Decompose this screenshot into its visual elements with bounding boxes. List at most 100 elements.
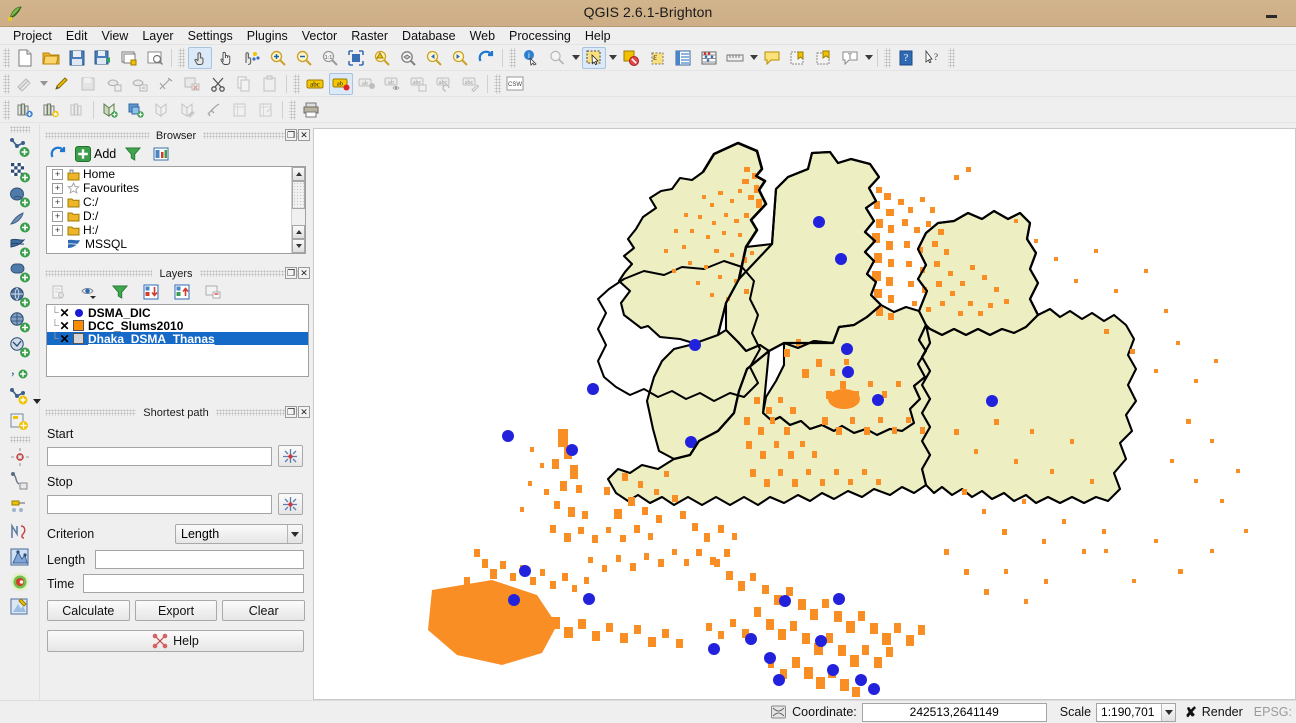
scroll-up-button-2[interactable] xyxy=(292,225,305,239)
add-feature-icon[interactable] xyxy=(102,73,126,95)
topology-checker-icon[interactable] xyxy=(5,494,35,519)
layer-styling-icon[interactable] xyxy=(47,282,69,303)
move-feature-icon[interactable] xyxy=(128,73,152,95)
minimize-button[interactable] xyxy=(1263,6,1280,21)
toolbar-grip[interactable] xyxy=(9,126,30,133)
toolbar-grip[interactable] xyxy=(948,47,955,68)
calculate-button[interactable]: Calculate xyxy=(47,600,130,621)
layers-list[interactable]: └ ✕ DSMA_DIC └ ✕ DCC_Slums2010 └ ✕ Dhaka… xyxy=(46,304,309,377)
toolbar-grip[interactable] xyxy=(178,47,185,68)
chevron-down-icon[interactable] xyxy=(863,47,874,69)
expand-icon[interactable]: + xyxy=(52,210,63,222)
menu-web[interactable]: Web xyxy=(463,28,502,44)
browser-item-c-drive[interactable]: + C:/ xyxy=(47,195,305,209)
identify-features-icon[interactable]: i xyxy=(519,47,543,69)
browser-tree[interactable]: + Home + Favourites + C:/ + D:/ + H:/ MS… xyxy=(46,166,306,254)
scale-select[interactable]: 1:190,701 xyxy=(1096,702,1177,722)
edit-style-icon[interactable] xyxy=(176,99,200,121)
coordinate-field[interactable]: 242513,2641149 xyxy=(861,702,1047,722)
help-button[interactable]: Help xyxy=(47,630,304,652)
chevron-down-icon[interactable] xyxy=(32,399,41,404)
select-features-icon[interactable] xyxy=(582,46,606,69)
add-wcs-layer-icon[interactable] xyxy=(5,309,35,334)
manage-styles-icon[interactable] xyxy=(150,99,174,121)
layers-close-button[interactable]: ✕ xyxy=(298,267,310,279)
open-field-calculator-icon[interactable] xyxy=(697,47,721,69)
toolbar-grip[interactable] xyxy=(289,99,296,120)
add-comma-layer-icon[interactable] xyxy=(5,384,41,409)
cut-features-icon[interactable] xyxy=(206,73,230,95)
show-hide-labels-icon[interactable]: ab xyxy=(381,73,405,95)
map-canvas[interactable] xyxy=(313,128,1296,700)
select-expression-icon[interactable]: ε xyxy=(645,47,669,69)
csw-icon[interactable]: CSW xyxy=(504,73,528,95)
coordinate-capture-icon[interactable] xyxy=(5,444,35,469)
new-shapefile-layer-icon[interactable] xyxy=(39,99,63,121)
add-vector-layer-icon[interactable] xyxy=(5,134,35,159)
start-pick-point-button[interactable] xyxy=(278,445,303,467)
node-tool-icon[interactable] xyxy=(154,73,178,95)
deselect-features-icon[interactable] xyxy=(619,47,643,69)
toolbar-grip[interactable] xyxy=(509,47,516,68)
menu-edit[interactable]: Edit xyxy=(59,28,95,44)
scroll-down-button[interactable] xyxy=(292,239,305,253)
layer-item-dcc-slums2010[interactable]: └ ✕ DCC_Slums2010 xyxy=(47,319,308,333)
add-group-icon[interactable] xyxy=(124,99,148,121)
zoom-next-icon[interactable] xyxy=(448,47,472,69)
pin-labels-icon[interactable]: ab xyxy=(355,73,379,95)
messages-icon[interactable] xyxy=(769,703,787,721)
chevron-down-icon[interactable] xyxy=(38,73,49,95)
help-contents-icon[interactable]: ? xyxy=(894,47,918,69)
table-2-icon[interactable] xyxy=(254,99,278,121)
layer-item-dsma-dic[interactable]: └ ✕ DSMA_DIC xyxy=(47,306,308,320)
menu-database[interactable]: Database xyxy=(395,28,463,44)
annotation-icon[interactable] xyxy=(760,47,784,69)
dxf-export-icon[interactable] xyxy=(5,594,35,619)
toolbar-grip[interactable] xyxy=(494,73,501,94)
add-postgis-layer-icon[interactable] xyxy=(5,184,35,209)
dock-drag-handle[interactable] xyxy=(45,409,137,416)
heatmap-icon[interactable] xyxy=(5,569,35,594)
dock-drag-handle[interactable] xyxy=(45,132,149,139)
browser-item-h-drive[interactable]: + H:/ xyxy=(47,223,305,237)
menu-help[interactable]: Help xyxy=(578,28,618,44)
chevron-down-icon[interactable] xyxy=(1161,703,1176,721)
delete-selected-icon[interactable] xyxy=(180,73,204,95)
zoom-native-icon[interactable]: 1:1 xyxy=(318,47,342,69)
scroll-up-button[interactable] xyxy=(292,167,305,181)
browser-float-button[interactable]: ❐ xyxy=(285,129,297,141)
zoom-selection-icon[interactable] xyxy=(370,47,394,69)
expand-all-icon[interactable] xyxy=(140,282,162,303)
measure-line-icon[interactable] xyxy=(723,47,747,69)
toolbar-grip[interactable] xyxy=(293,73,300,94)
whats-this-icon[interactable]: ? xyxy=(920,47,944,69)
filter-legend-icon[interactable] xyxy=(109,282,131,303)
composer-manager-icon[interactable] xyxy=(143,47,167,69)
save-project-as-icon[interactable] xyxy=(91,47,115,69)
expand-icon[interactable]: + xyxy=(52,224,63,236)
chevron-down-icon[interactable] xyxy=(287,525,302,543)
new-print-composer-icon[interactable] xyxy=(117,47,141,69)
remove-layer-icon[interactable] xyxy=(65,99,89,121)
render-checkbox[interactable]: ✘ xyxy=(1185,704,1197,721)
paste-features-icon[interactable] xyxy=(258,73,282,95)
expand-icon[interactable]: + xyxy=(52,196,63,208)
change-label-icon[interactable]: abc xyxy=(459,73,483,95)
georeferencer-icon[interactable] xyxy=(5,544,35,569)
zoom-layer-icon[interactable] xyxy=(396,47,420,69)
menu-vector[interactable]: Vector xyxy=(295,28,344,44)
toolbar-grip[interactable] xyxy=(9,436,30,443)
new-bookmark-icon[interactable] xyxy=(786,47,810,69)
refresh-browser-icon[interactable] xyxy=(47,144,69,165)
stop-pick-point-button[interactable] xyxy=(278,493,303,515)
copy-features-icon[interactable] xyxy=(232,73,256,95)
browser-item-mssql[interactable]: MSSQL xyxy=(47,237,305,251)
text-annotation-icon[interactable]: T xyxy=(838,47,862,69)
shortest-path-close-button[interactable]: ✕ xyxy=(298,406,310,418)
browser-add-button[interactable]: Add xyxy=(75,146,116,162)
map-tips-icon[interactable] xyxy=(545,47,569,69)
print-icon[interactable] xyxy=(299,99,323,121)
browser-filter-icon[interactable] xyxy=(122,144,144,165)
collapse-all-icon[interactable] xyxy=(171,282,193,303)
menu-view[interactable]: View xyxy=(94,28,135,44)
